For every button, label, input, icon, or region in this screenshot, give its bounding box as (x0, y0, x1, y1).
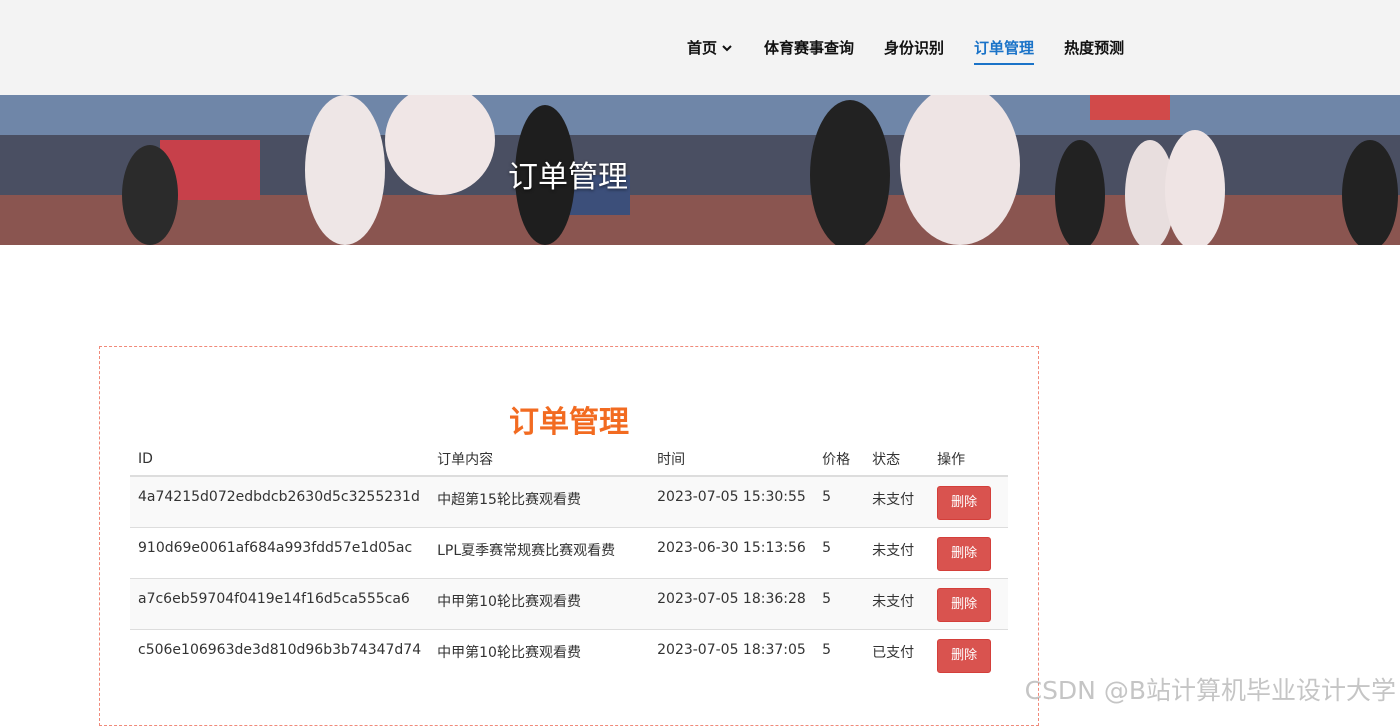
nav-item-label: 身份识别 (884, 39, 945, 57)
table-row: c506e106963de3d810d96b3b74347d74 中甲第10轮比… (130, 628, 1008, 680)
order-action-cell: 删除 (929, 526, 1008, 578)
nav-item-label: 订单管理 (974, 39, 1035, 57)
order-time: 2023-06-30 15:13:56 (649, 526, 815, 578)
order-content: 中甲第10轮比赛观看费 (429, 628, 650, 680)
column-header-time: 时间 (649, 442, 815, 477)
column-header-price: 价格 (814, 442, 865, 477)
order-time: 2023-07-05 15:30:55 (649, 475, 815, 527)
orders-table: ID 订单内容 时间 价格 状态 操作 4a74215d072edbdcb263… (130, 442, 1008, 680)
order-price: 5 (814, 628, 865, 680)
watermark: CSDN @B站计算机毕业设计大学 (1024, 676, 1396, 705)
delete-button[interactable]: 删除 (937, 536, 992, 571)
order-id: 910d69e0061af684a993fdd57e1d05ac (130, 526, 430, 578)
column-header-status: 状态 (864, 442, 930, 477)
nav-item-label: 热度预测 (1064, 39, 1125, 57)
order-status: 未支付 (864, 526, 930, 578)
table-header-row: ID 订单内容 时间 价格 状态 操作 (130, 442, 1008, 477)
order-status: 已支付 (864, 628, 930, 680)
order-content: 中甲第10轮比赛观看费 (429, 577, 650, 629)
order-time: 2023-07-05 18:36:28 (649, 577, 815, 629)
order-status: 未支付 (864, 577, 930, 629)
orders-card: 订单管理 ID 订单内容 时间 价格 状态 操作 4a74215d072edbd… (99, 346, 1039, 726)
nav-item-event-query[interactable]: 体育赛事查询 (764, 0, 854, 95)
nav-item-orders[interactable]: 订单管理 (974, 0, 1035, 95)
nav-item-label: 首页 (687, 39, 718, 57)
chevron-down-icon (722, 44, 732, 51)
order-content: 中超第15轮比赛观看费 (429, 475, 650, 527)
order-content: LPL夏季赛常规赛比赛观看费 (429, 526, 650, 578)
banner-title: 订单管理 (508, 160, 628, 195)
orders-title: 订单管理 (509, 405, 629, 440)
nav-item-heat-forecast[interactable]: 热度预测 (1064, 0, 1124, 95)
delete-button[interactable]: 删除 (937, 486, 992, 520)
column-header-action: 操作 (929, 442, 1008, 477)
order-action-cell: 删除 (929, 475, 1008, 527)
order-action-cell: 删除 (929, 577, 1008, 629)
column-header-content: 订单内容 (429, 442, 650, 477)
hero-banner: 订单管理 (0, 95, 1400, 245)
order-id: c506e106963de3d810d96b3b74347d74 (130, 628, 430, 680)
nav-item-label: 体育赛事查询 (764, 39, 855, 57)
order-price: 5 (814, 475, 865, 527)
basketball-banner-image (0, 95, 1400, 245)
table-row: 910d69e0061af684a993fdd57e1d05ac LPL夏季赛常… (130, 526, 1008, 578)
main-nav: 首页 体育赛事查询 身份识别 订单管理 热度预测 (687, 0, 1154, 95)
order-id: 4a74215d072edbdcb2630d5c3255231d (130, 475, 430, 527)
order-time: 2023-07-05 18:37:05 (649, 628, 815, 680)
order-price: 5 (814, 526, 865, 578)
delete-button[interactable]: 删除 (937, 638, 992, 673)
order-action-cell: 删除 (929, 628, 1008, 680)
column-header-id: ID (130, 442, 430, 477)
order-price: 5 (814, 577, 865, 629)
order-id: a7c6eb59704f0419e14f16d5ca555ca6 (130, 577, 430, 629)
table-row: 4a74215d072edbdcb2630d5c3255231d 中超第15轮比… (130, 475, 1008, 527)
nav-item-identity[interactable]: 身份识别 (884, 0, 944, 95)
nav-item-home[interactable]: 首页 (687, 0, 734, 95)
order-status: 未支付 (864, 475, 930, 527)
table-row: a7c6eb59704f0419e14f16d5ca555ca6 中甲第10轮比… (130, 577, 1008, 629)
delete-button[interactable]: 删除 (937, 587, 992, 622)
top-header: 首页 体育赛事查询 身份识别 订单管理 热度预测 (0, 0, 1400, 95)
